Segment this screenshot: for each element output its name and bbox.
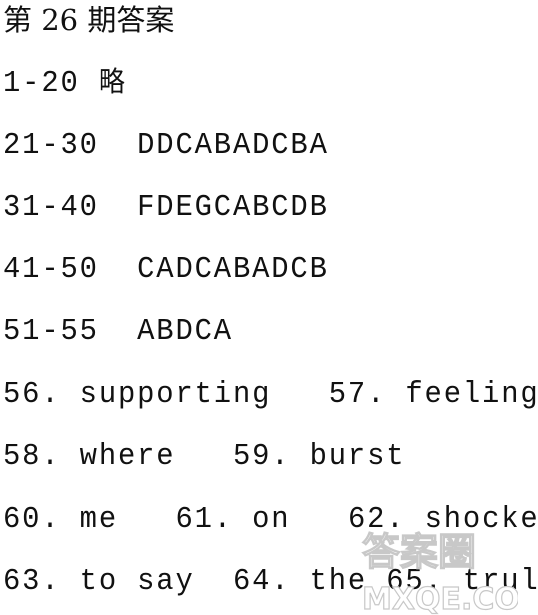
answer-value: ABDCA xyxy=(137,314,233,349)
fill-in-line: 63. to say 64. the 65. truly xyxy=(3,566,538,597)
fill-in-line: 58. where 59. burst xyxy=(3,441,405,472)
answer-line: 31-40 FDEGCABCDB xyxy=(3,192,329,223)
question-range: 41-50 xyxy=(3,252,99,287)
answer-word: burst xyxy=(309,439,406,474)
answer-line: 41-50 CADCABADCB xyxy=(3,254,329,285)
answer-word: to say xyxy=(79,564,195,599)
question-number: 63. xyxy=(3,564,61,599)
answer-word: where xyxy=(79,439,176,474)
answer-value: FDEGCABCDB xyxy=(137,190,329,225)
question-range: 31-40 xyxy=(3,190,99,225)
fill-in-line: 60. me 61. on 62. shocked xyxy=(3,504,538,535)
answer-word: me xyxy=(79,502,118,537)
answer-value: DDCABADCBA xyxy=(137,128,329,163)
question-number: 59. xyxy=(232,439,291,474)
fill-in-line: 56. supporting 57. feelings xyxy=(3,379,538,410)
question-number: 58. xyxy=(3,439,61,474)
answer-value: CADCABADCB xyxy=(137,252,329,287)
question-range: 1-20 xyxy=(3,66,80,101)
question-number: 61. xyxy=(175,502,233,537)
question-number: 65. xyxy=(386,564,444,599)
page-title: 第 26 期答案 xyxy=(3,3,175,37)
answer-word: feelings xyxy=(405,377,538,412)
answer-word: the xyxy=(309,564,368,599)
question-number: 57. xyxy=(328,377,387,412)
answer-word: truly xyxy=(462,564,538,599)
question-range: 51-55 xyxy=(3,314,99,349)
answer-word: shocked xyxy=(424,502,538,537)
question-number: 62. xyxy=(347,502,406,537)
answer-word: on xyxy=(252,502,291,537)
answer-line: 21-30 DDCABADCBA xyxy=(3,130,329,161)
question-number: 56. xyxy=(3,377,61,412)
question-number: 64. xyxy=(232,564,291,599)
answer-line: 1-20 略 xyxy=(3,65,127,101)
question-number: 60. xyxy=(3,502,61,537)
answer-word: supporting xyxy=(79,377,272,412)
question-range: 21-30 xyxy=(3,128,99,163)
answer-value: 略 xyxy=(98,65,127,98)
answer-line: 51-55 ABDCA xyxy=(3,316,233,347)
